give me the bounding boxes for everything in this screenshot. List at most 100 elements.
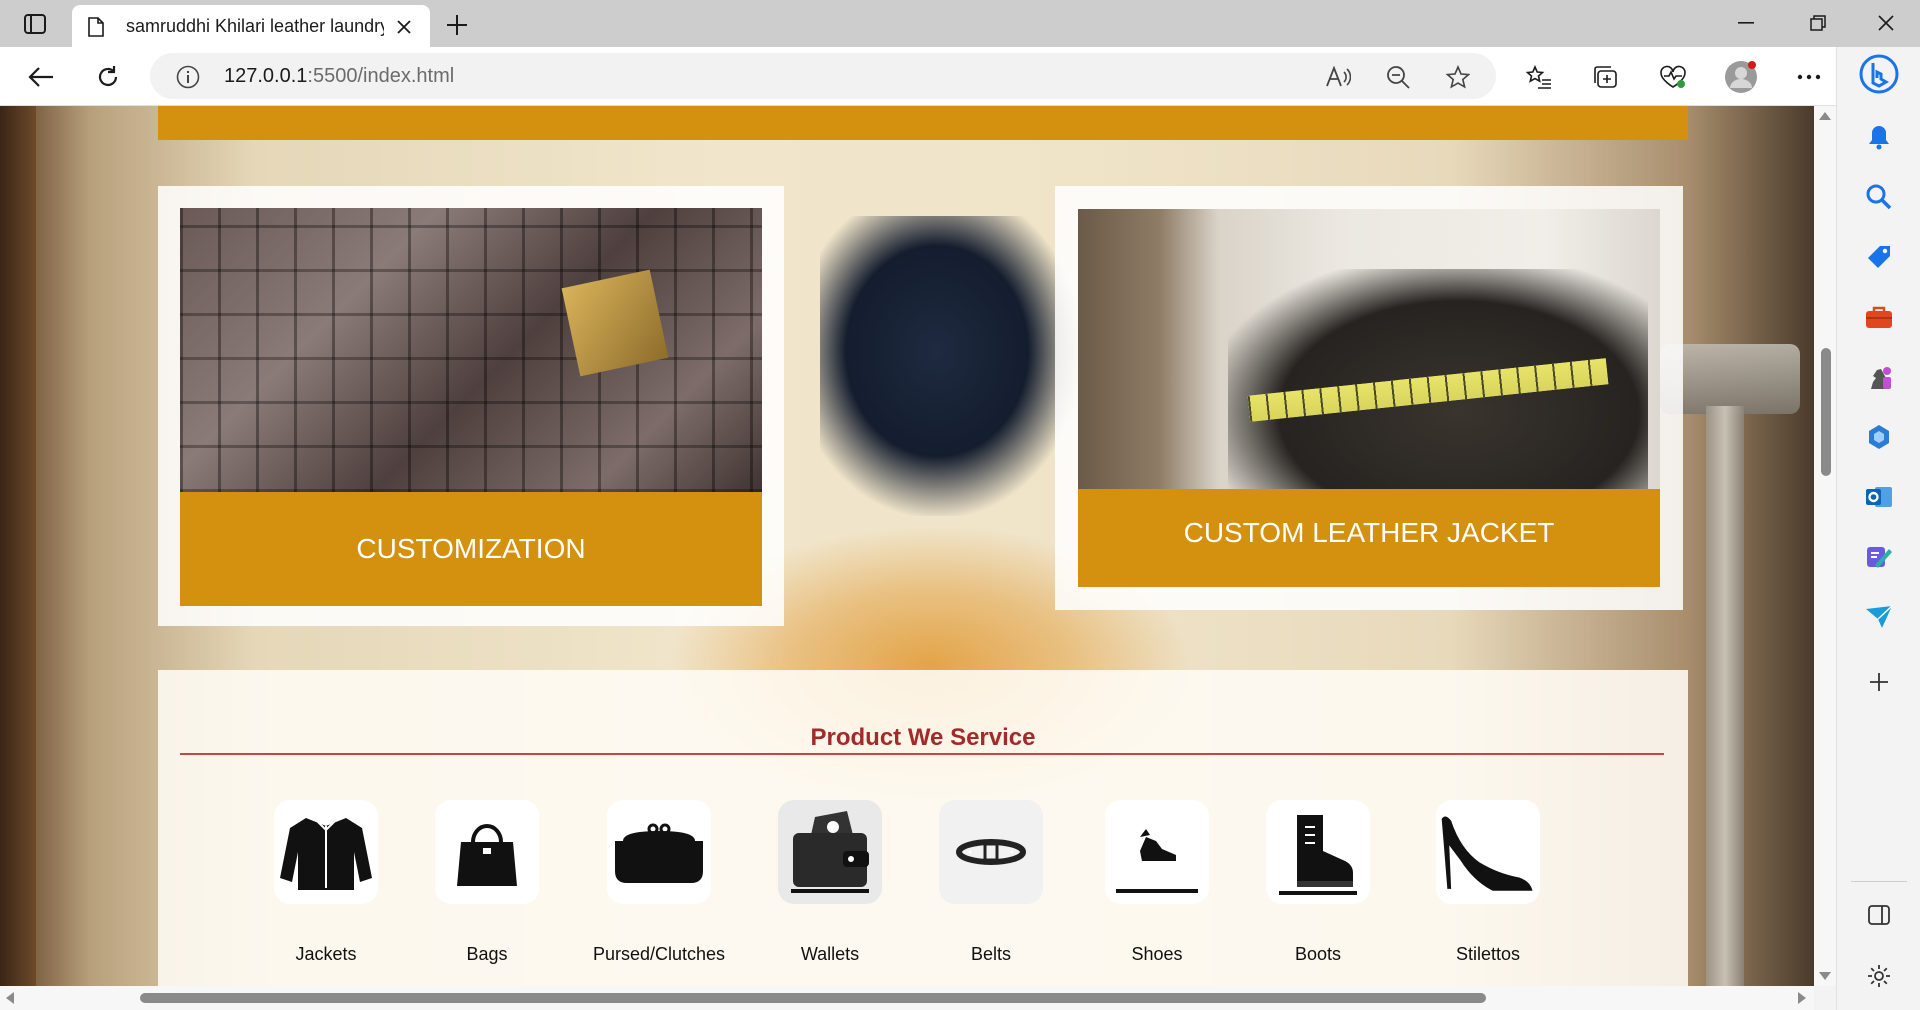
tag-icon (1868, 246, 1890, 268)
send-icon (1866, 605, 1893, 628)
tab-actions-icon (24, 14, 46, 34)
horizontal-scroll-thumb[interactable] (140, 993, 1486, 1003)
close-icon (1878, 15, 1894, 31)
bell-icon (1869, 126, 1889, 150)
background-hammer-handle (1706, 406, 1744, 986)
minimize-icon (1738, 22, 1754, 24)
tab-actions-button[interactable] (16, 11, 54, 37)
designer-button[interactable] (1859, 537, 1899, 577)
add-icon (1870, 673, 1888, 691)
product-bags[interactable]: Bags (392, 800, 582, 964)
file-icon (88, 17, 104, 37)
customization-label: CUSTOMIZATION (180, 492, 762, 606)
tab-title: samruddhi Khilari leather laundry (126, 16, 384, 36)
background-strap (820, 216, 1080, 516)
products-heading: Product We Service (810, 724, 1036, 751)
scroll-left-icon[interactable] (6, 992, 14, 1004)
handbag-icon (435, 800, 539, 904)
customization-card[interactable]: CUSTOMIZATION (158, 186, 784, 626)
products-section: Product We Service Jackets Bags Pursed/C… (158, 670, 1688, 986)
minimize-button[interactable] (1718, 8, 1774, 38)
favorite-button[interactable] (1444, 63, 1472, 91)
back-button[interactable] (24, 60, 58, 94)
product-label: Boots (1294, 944, 1342, 964)
belt-icon (939, 800, 1043, 904)
add-sidebar-app-button[interactable] (1859, 662, 1899, 702)
outlook-icon (1866, 487, 1892, 507)
notifications-button[interactable] (1859, 117, 1899, 157)
browser-toolbar: 127.0.0.1:5500/index.html (0, 47, 1920, 106)
copilot-button[interactable] (1859, 417, 1899, 457)
plus-icon (447, 15, 467, 35)
page-viewport: CUSTOMIZATION CUSTOM LEATHER JACKET Prod… (0, 106, 1814, 986)
copilot-icon (1869, 425, 1889, 449)
scroll-up-icon[interactable] (1819, 112, 1831, 120)
product-belts[interactable]: Belts (896, 800, 1086, 964)
top-banner-strip (158, 106, 1688, 140)
product-label: Stilettos (1455, 944, 1521, 964)
outlook-button[interactable] (1859, 477, 1899, 517)
shopping-button[interactable] (1859, 237, 1899, 277)
jacket-measure-image (1078, 209, 1660, 489)
settings-icon (1868, 965, 1890, 987)
arrow-left-icon (28, 67, 53, 87)
vertical-scroll-thumb[interactable] (1821, 348, 1831, 476)
product-clutches[interactable]: Pursed/Clutches (564, 800, 754, 964)
star-icon (1446, 65, 1470, 89)
refresh-button[interactable] (91, 60, 125, 94)
collections-button[interactable] (1588, 60, 1622, 94)
tab-active[interactable]: samruddhi Khilari leather laundry (72, 5, 430, 47)
bing-copilot-button[interactable] (1859, 54, 1899, 94)
horizontal-scrollbar[interactable] (0, 986, 1814, 1010)
wallet-icon (778, 800, 882, 904)
products-divider (180, 753, 1664, 755)
scroll-right-icon[interactable] (1798, 992, 1806, 1004)
games-button[interactable] (1859, 357, 1899, 397)
restore-button[interactable] (1790, 8, 1846, 38)
boot-icon (1266, 800, 1370, 904)
bing-icon (1859, 54, 1899, 94)
product-label: Bags (466, 944, 508, 964)
briefcase-icon (1866, 306, 1892, 328)
printing-blocks-image (180, 208, 762, 492)
product-label: Belts (970, 944, 1012, 964)
read-aloud-button[interactable] (1324, 63, 1352, 91)
profile-button[interactable] (1724, 60, 1758, 94)
clutch-icon (607, 800, 711, 904)
url-path: :5500/index.html (307, 65, 455, 87)
product-stilettos[interactable]: Stilettos (1393, 800, 1583, 964)
stiletto-icon (1436, 800, 1540, 904)
zoom-button[interactable] (1384, 63, 1412, 91)
custom-jacket-card[interactable]: CUSTOM LEATHER JACKET (1055, 186, 1683, 610)
sidebar-settings-button[interactable] (1859, 956, 1899, 996)
favorites-button[interactable] (1522, 60, 1556, 94)
url-host: 127.0.0.1 (224, 65, 308, 87)
designer-icon (1867, 547, 1892, 568)
heart-pulse-icon (1660, 65, 1686, 88)
info-icon[interactable] (176, 65, 200, 89)
split-screen-button[interactable] (1859, 895, 1899, 935)
vertical-scrollbar[interactable] (1814, 106, 1836, 986)
custom-jacket-label: CUSTOM LEATHER JACKET (1078, 489, 1660, 587)
new-tab-button[interactable] (444, 12, 470, 38)
scroll-down-icon[interactable] (1819, 972, 1831, 980)
favorites-list-icon (1526, 65, 1551, 89)
shoe-icon (1105, 800, 1209, 904)
close-tab-button[interactable] (394, 17, 414, 37)
send-button[interactable] (1859, 597, 1899, 637)
search-icon (1866, 184, 1892, 210)
edge-sidebar (1836, 47, 1920, 1010)
more-icon (1797, 74, 1821, 80)
more-options-button[interactable] (1792, 60, 1826, 94)
product-boots[interactable]: Boots (1223, 800, 1413, 964)
address-bar[interactable]: 127.0.0.1:5500/index.html (150, 53, 1496, 99)
read-aloud-icon (1326, 66, 1351, 87)
tools-button[interactable] (1859, 297, 1899, 337)
gold-block-shape (561, 269, 669, 377)
close-window-button[interactable] (1858, 8, 1914, 38)
address-url[interactable]: 127.0.0.1:5500/index.html (224, 64, 454, 88)
chess-icon (1871, 367, 1891, 389)
close-icon (397, 20, 411, 34)
browser-essentials-button[interactable] (1656, 60, 1690, 94)
sidebar-search-button[interactable] (1859, 177, 1899, 217)
